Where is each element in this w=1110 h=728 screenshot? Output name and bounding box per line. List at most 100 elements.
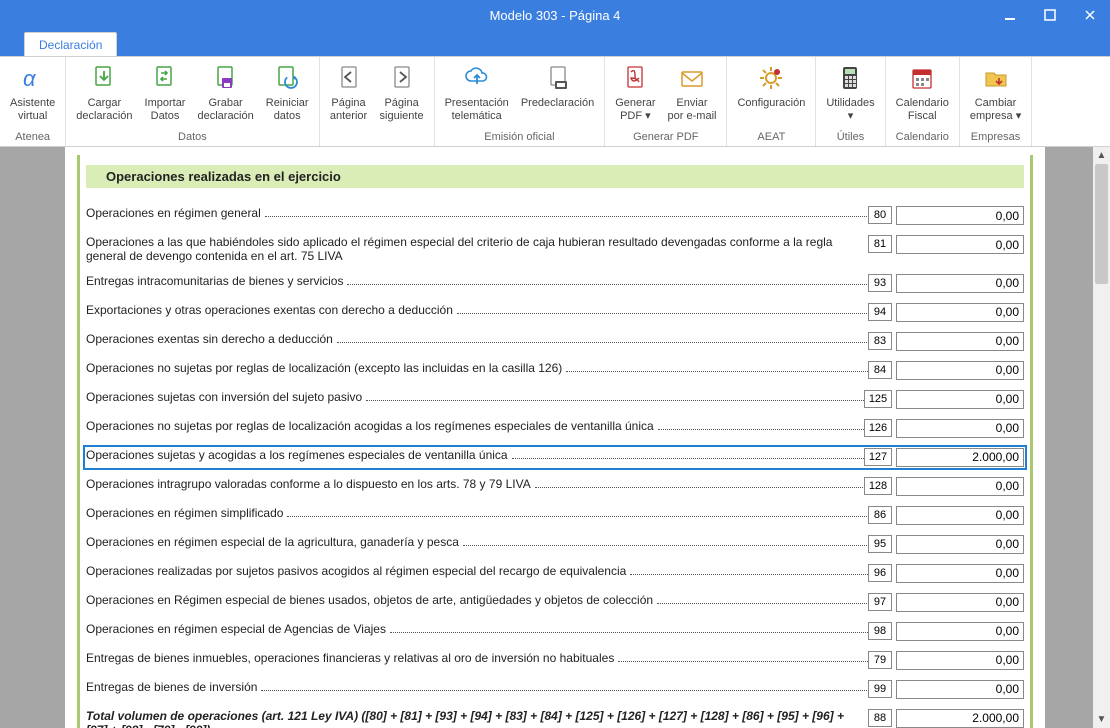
ribbon-group-label: AEAT: [727, 129, 815, 146]
ribbon-button-doc-save[interactable]: Grabardeclaración: [191, 60, 259, 129]
field-input-99[interactable]: [896, 680, 1024, 699]
doc-green-arrows-icon: [149, 62, 181, 94]
ribbon-group: CargardeclaraciónImportarDatosGrabardecl…: [66, 57, 319, 146]
doc-save-icon: [210, 62, 242, 94]
field-input-83[interactable]: [896, 332, 1024, 351]
field-row-94: Exportaciones y otras operaciones exenta…: [86, 303, 1024, 322]
ribbon-button-folder[interactable]: Cambiarempresa ▾: [964, 60, 1027, 129]
box-number: 84: [868, 361, 892, 379]
box-number: 127: [864, 448, 892, 466]
ribbon-button-label: Calendario: [896, 97, 949, 110]
field-input-96[interactable]: [896, 564, 1024, 583]
field-row-125: Operaciones sujetas con inversión del su…: [86, 390, 1024, 409]
alpha-icon: α: [17, 62, 49, 94]
ribbon-button-calendar[interactable]: CalendarioFiscal: [890, 60, 955, 129]
ribbon-button-calc[interactable]: Utilidades▾: [820, 60, 880, 129]
ribbon-group: Configuración AEAT: [727, 57, 816, 146]
ribbon-group-label: Generar PDF: [605, 129, 726, 146]
field-input-128[interactable]: [896, 477, 1024, 496]
box-number: 83: [868, 332, 892, 350]
field-input-94[interactable]: [896, 303, 1024, 322]
field-label: Operaciones en régimen general: [86, 206, 868, 220]
field-row-96: Operaciones realizadas por sujetos pasiv…: [86, 564, 1024, 583]
ribbon-button-label2: ▾: [848, 110, 854, 123]
ribbon-button-page-prev[interactable]: Páginaanterior: [324, 60, 374, 129]
field-input-127[interactable]: [896, 448, 1024, 467]
field-input-81[interactable]: [896, 235, 1024, 254]
ribbon-group: PresentacióntelemáticaPredeclaraciónEmis…: [435, 57, 606, 146]
svg-text:α: α: [23, 66, 37, 91]
doc-green-arrow-icon: [88, 62, 120, 94]
minimize-button[interactable]: [990, 0, 1030, 30]
field-input-97[interactable]: [896, 593, 1024, 612]
field-row-86: Operaciones en régimen simplificado86: [86, 506, 1024, 525]
field-input-88[interactable]: [896, 709, 1024, 728]
ribbon-button-doc-refresh[interactable]: Reiniciardatos: [260, 60, 315, 129]
tab-declaracion[interactable]: Declaración: [24, 32, 117, 56]
field-input-98[interactable]: [896, 622, 1024, 641]
field-row-128: Operaciones intragrupo valoradas conform…: [86, 477, 1024, 496]
title-bar: Modelo 303 - Página 4: [0, 0, 1110, 30]
vertical-scrollbar[interactable]: ▲ ▼: [1093, 147, 1110, 728]
maximize-button[interactable]: [1030, 0, 1070, 30]
box-number: 88: [868, 709, 892, 727]
ribbon-button-label: Grabar: [208, 97, 242, 110]
scroll-up-icon[interactable]: ▲: [1093, 147, 1110, 164]
box-number: 126: [864, 419, 892, 437]
box-number: 95: [868, 535, 892, 553]
ribbon-button-alpha[interactable]: αAsistentevirtual: [4, 60, 61, 129]
ribbon-button-label2: telemática: [452, 110, 502, 123]
scroll-down-icon[interactable]: ▼: [1093, 711, 1110, 728]
ribbon-button-doc-green-arrow[interactable]: Cargardeclaración: [70, 60, 138, 129]
workspace: Operaciones realizadas en el ejercicio O…: [0, 147, 1110, 728]
field-input-80[interactable]: [896, 206, 1024, 225]
box-number: 79: [868, 651, 892, 669]
field-label: Operaciones intragrupo valoradas conform…: [86, 477, 864, 491]
ribbon-button-label: Cargar: [88, 97, 122, 110]
ribbon-group-label: Atenea: [0, 129, 65, 146]
field-label: Operaciones en Régimen especial de biene…: [86, 593, 868, 607]
box-number: 125: [864, 390, 892, 408]
ribbon-button-doc-green-arrows[interactable]: ImportarDatos: [139, 60, 192, 129]
section-title: Operaciones realizadas en el ejercicio: [106, 169, 1024, 184]
page-prev-icon: [333, 62, 365, 94]
field-input-93[interactable]: [896, 274, 1024, 293]
field-input-95[interactable]: [896, 535, 1024, 554]
ribbon-button-gear[interactable]: Configuración: [731, 60, 811, 129]
ribbon: αAsistentevirtualAteneaCargardeclaración…: [0, 57, 1110, 147]
ribbon-button-label2: declaración: [76, 110, 132, 123]
close-button[interactable]: [1070, 0, 1110, 30]
ribbon-button-mail[interactable]: Enviarpor e-mail: [662, 60, 723, 129]
box-number: 86: [868, 506, 892, 524]
ribbon-button-pdf[interactable]: GenerarPDF ▾: [609, 60, 661, 129]
mail-icon: [676, 62, 708, 94]
ribbon-group: Utilidades▾Útiles: [816, 57, 885, 146]
scrollbar-thumb[interactable]: [1095, 164, 1108, 284]
field-row-81: Operaciones a las que habiéndoles sido a…: [86, 235, 1024, 264]
ribbon-button-cloud-up[interactable]: Presentacióntelemática: [439, 60, 515, 129]
ribbon-button-label: Asistente: [10, 97, 55, 110]
box-number: 97: [868, 593, 892, 611]
ribbon-button-label2: Datos: [151, 110, 180, 123]
ribbon-button-page-next[interactable]: Páginasiguiente: [374, 60, 430, 129]
calendar-icon: [906, 62, 938, 94]
field-input-125[interactable]: [896, 390, 1024, 409]
field-label: Operaciones no sujetas por reglas de loc…: [86, 419, 864, 433]
field-input-84[interactable]: [896, 361, 1024, 380]
ribbon-button-label: Configuración: [737, 97, 805, 110]
doc-refresh-icon: [271, 62, 303, 94]
ribbon-group-label: Empresas: [960, 129, 1031, 146]
ribbon-button-label2: declaración: [197, 110, 253, 123]
calc-icon: [834, 62, 866, 94]
box-number: 80: [868, 206, 892, 224]
field-input-126[interactable]: [896, 419, 1024, 438]
field-label: Operaciones exentas sin derecho a deducc…: [86, 332, 868, 346]
box-number: 98: [868, 622, 892, 640]
ribbon-button-doc-print[interactable]: Predeclaración: [515, 60, 600, 129]
folder-icon: [980, 62, 1012, 94]
ribbon-button-label2: Fiscal: [908, 110, 937, 123]
field-input-79[interactable]: [896, 651, 1024, 670]
ribbon-button-label: Página: [384, 97, 418, 110]
field-input-86[interactable]: [896, 506, 1024, 525]
scrollbar-track[interactable]: [1093, 164, 1110, 711]
